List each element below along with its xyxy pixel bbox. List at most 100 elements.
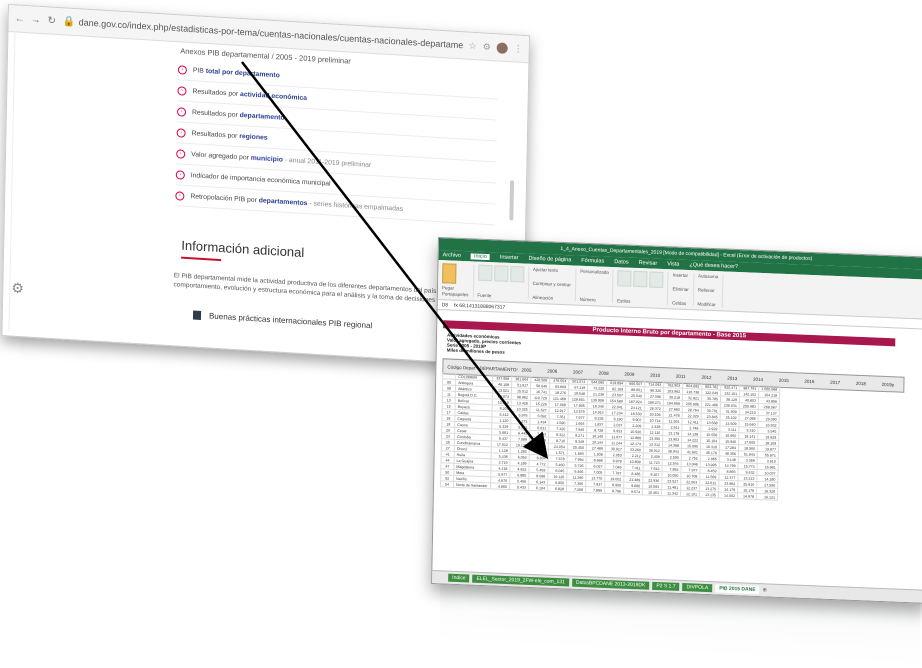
column-header[interactable]: 2006 — [543, 368, 569, 374]
annex-link-text: Resultados por regiones — [191, 129, 268, 142]
italic-button[interactable] — [493, 265, 509, 282]
clipboard-group: Pegar Portapapeles — [441, 263, 475, 298]
column-header[interactable]: 2010 — [646, 372, 672, 378]
table-cell[interactable]: 14.002 — [718, 491, 738, 499]
scrollbar[interactable] — [509, 180, 515, 221]
sheet-tab[interactable]: ELEL_Sector_2019_2FW-ele_com_131 — [472, 574, 569, 587]
menu-icon[interactable]: ⋮ — [514, 43, 523, 55]
sheet-tab[interactable]: PIB 2015 DANE — [715, 584, 760, 595]
add-sheet-icon[interactable]: ⊕ — [763, 587, 767, 593]
number-group: Personalizada Número — [579, 268, 614, 304]
paste-button[interactable] — [442, 263, 457, 284]
column-header[interactable]: DEPARTAMENTOS — [476, 365, 518, 372]
bullet-icon: › — [176, 148, 186, 159]
column-header[interactable]: 2016 — [800, 378, 826, 384]
table-cell[interactable]: 8.796 — [604, 487, 624, 495]
table-cell[interactable]: 6.828 — [547, 485, 567, 492]
ribbon-tab[interactable]: Archivo — [443, 252, 461, 259]
forward-icon[interactable]: → — [31, 14, 41, 26]
column-header[interactable]: 2015 — [775, 377, 801, 383]
column-header[interactable]: 2012 — [698, 374, 724, 380]
column-header[interactable]: 2007 — [569, 369, 595, 375]
reload-icon[interactable]: ↻ — [47, 15, 57, 27]
ribbon-tab[interactable]: Diseño de página — [528, 256, 571, 264]
extensions-icon[interactable]: ⚙ — [483, 41, 491, 52]
table-cell[interactable]: 9.574 — [623, 488, 643, 495]
column-header[interactable]: 2019p — [878, 381, 904, 387]
table-cell[interactable]: 54 — [440, 480, 454, 488]
group-label-cells: Celdas — [672, 300, 687, 306]
bold-button[interactable] — [477, 264, 493, 282]
column-header[interactable]: 2013 — [723, 375, 749, 381]
formula-input[interactable]: fx 68,14131888067317 — [454, 302, 505, 310]
bullet-icon: › — [176, 127, 186, 138]
merge-center-button[interactable]: Combinar y centrar — [533, 281, 571, 288]
bullet-icon: › — [175, 190, 185, 201]
ribbon-tab[interactable]: Insertar — [500, 254, 519, 261]
column-header[interactable]: Código Departamento (DIVIPOLA) — [443, 364, 475, 370]
table-cell[interactable]: 12.101 — [680, 490, 700, 498]
column-header[interactable]: 2009 — [620, 371, 646, 377]
sheet-tab[interactable]: DIVPOLA — [682, 583, 713, 593]
table-cell[interactable]: 16.121 — [756, 493, 778, 501]
table-cell[interactable]: 11.342 — [661, 489, 681, 497]
book-icon — [192, 310, 202, 320]
sheet-tab[interactable]: P2 S 1.7 — [652, 581, 680, 591]
annex-link-text: Resultados por actividad económica — [192, 87, 308, 102]
ribbon-tab[interactable]: Inicio — [470, 253, 490, 261]
column-header[interactable]: 2011 — [672, 373, 698, 379]
ribbon-tab[interactable]: Vista — [667, 261, 679, 267]
excel-window: 1_4_Anexo_Cuentas_Departamentales_2019 [… — [431, 237, 922, 604]
column-header[interactable]: 2005 — [517, 367, 543, 373]
ribbon-tab[interactable]: Revisar — [639, 260, 658, 267]
fill-button[interactable]: Rellenar — [698, 287, 718, 293]
column-header[interactable]: 2018 — [852, 380, 878, 386]
gear-icon[interactable]: ⚙ — [11, 280, 24, 298]
bullet-icon: › — [177, 64, 187, 75]
ribbon-tab[interactable]: Fórmulas — [581, 258, 604, 265]
avatar[interactable] — [496, 41, 508, 54]
spreadsheet-grid[interactable]: Producto Interno Bruto por departamento … — [433, 310, 922, 568]
data-table: COLOMBIA 337.958 381.604 428.506 476.554 501.… — [440, 372, 780, 501]
table-cell[interactable]: 5.433 — [509, 483, 529, 491]
star-icon[interactable]: ☆ — [468, 40, 476, 51]
ribbon-tab[interactable]: ¿Qué desea hacer? — [689, 262, 738, 270]
group-label-alignment: Alineación — [532, 294, 554, 301]
sheet-tab[interactable]: Índice — [448, 573, 470, 583]
insert-button[interactable]: Insertar — [673, 272, 689, 278]
autosum-button[interactable]: Autosuma — [698, 273, 718, 279]
annex-link-text: Indicador de importancia económica munic… — [190, 171, 331, 188]
table-cell[interactable]: 4.860 — [490, 482, 510, 490]
format-table-button[interactable] — [633, 270, 648, 288]
name-box[interactable]: D8 — [442, 302, 449, 308]
conditional-format-button[interactable] — [617, 270, 632, 287]
sheet-metadata: Actividades económicas Valor agregado, pr… — [447, 332, 521, 355]
cell-styles-button[interactable] — [649, 271, 664, 289]
table-cell[interactable]: 7.899 — [585, 486, 605, 494]
lock-icon: 🔒 — [62, 15, 76, 28]
alignment-group: Ajustar texto Combinar y centrar Alineac… — [532, 266, 577, 302]
table-cell[interactable]: 14.978 — [737, 492, 757, 500]
table-cell[interactable]: 6.104 — [528, 484, 548, 492]
column-header[interactable]: 2008 — [595, 370, 621, 376]
group-label-font: Fuente — [477, 292, 492, 299]
table-cell[interactable]: Norte de Santander — [453, 481, 491, 489]
delete-button[interactable]: Eliminar — [672, 286, 688, 292]
column-header[interactable]: 2014 — [749, 376, 775, 382]
sheet-tab[interactable]: DatosBPCDANE 2013-2019DK — [571, 578, 650, 590]
back-icon[interactable]: ← — [15, 13, 25, 25]
wrap-text-button[interactable]: Ajustar texto — [533, 267, 571, 274]
underline-button[interactable] — [509, 265, 525, 283]
table-cell[interactable]: 13.135 — [699, 491, 719, 498]
number-format-select[interactable]: Personalizada — [580, 269, 609, 275]
table-cell[interactable]: 10.461 — [642, 488, 662, 496]
ribbon-tab[interactable]: Datos — [614, 259, 628, 266]
editing-group: Autosuma Rellenar Modificar — [697, 273, 724, 308]
paste-label: Pegar — [441, 284, 455, 291]
table-cell[interactable]: 7.268 — [566, 485, 586, 493]
styles-group: Estilos — [617, 270, 669, 306]
group-label-styles: Estilos — [617, 298, 631, 304]
column-header[interactable]: 2017 — [826, 379, 852, 385]
annex-link-text: Resultados por departamento — [191, 108, 285, 122]
cells-group: Insertar Eliminar Celdas — [672, 272, 695, 307]
